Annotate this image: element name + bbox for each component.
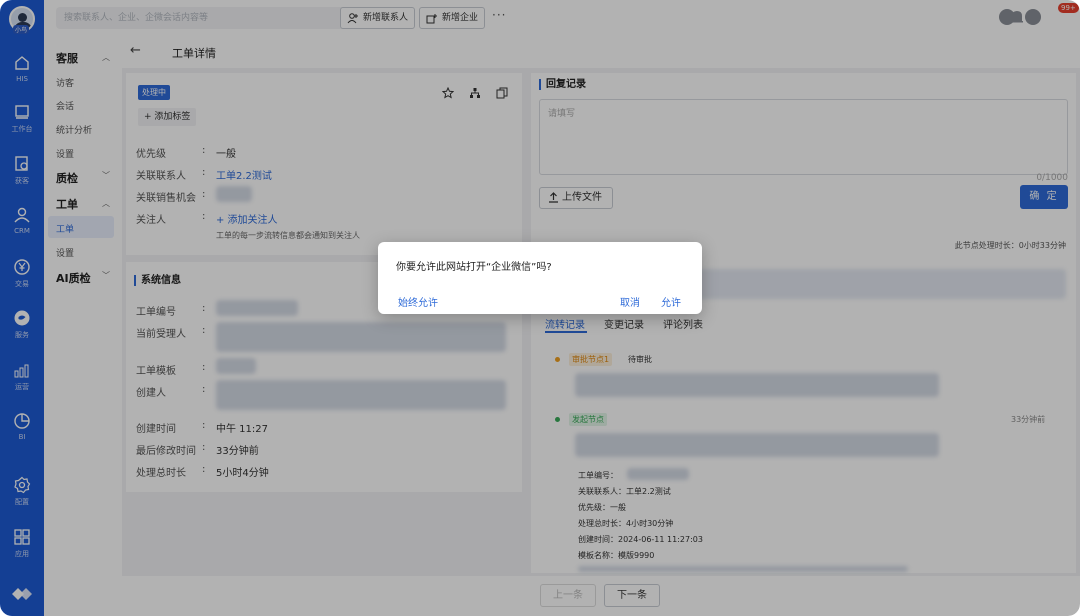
allow-button[interactable]: 允许 xyxy=(661,294,681,309)
cancel-button[interactable]: 取消 xyxy=(620,294,640,309)
always-allow-button[interactable]: 始终允许 xyxy=(398,294,438,309)
app-window: 小鸟 HIS 工作台 获客 CRM 交易 服务 运营 BI 配置 应用 搜索联系… xyxy=(0,0,1080,616)
dialog-message: 你要允许此网站打开“企业微信”吗? xyxy=(396,262,552,273)
open-app-dialog: 你要允许此网站打开“企业微信”吗? 始终允许 取消 允许 xyxy=(378,242,702,314)
